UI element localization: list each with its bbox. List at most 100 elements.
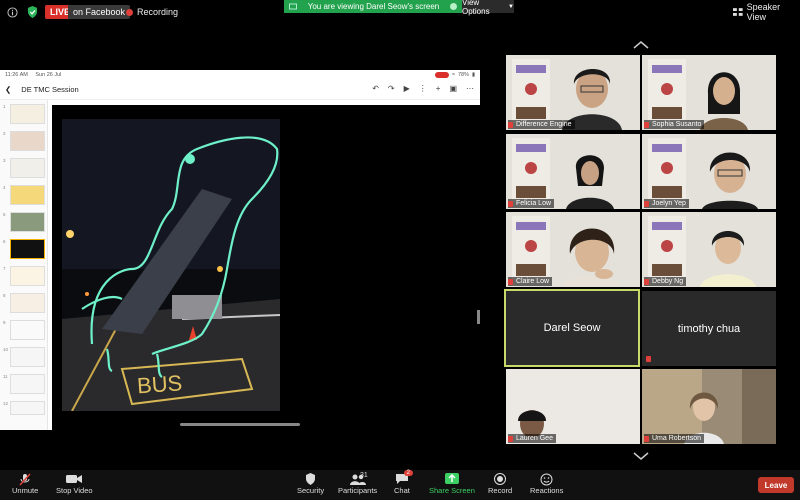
video-tile-active-speaker[interactable]: Darel Seow: [504, 289, 640, 367]
mic-muted-icon: [644, 201, 649, 207]
video-tile[interactable]: timothy chua: [642, 291, 776, 366]
chat-badge: 2: [403, 470, 413, 476]
mic-muted-icon: [644, 436, 649, 442]
slide-number: 11: [3, 374, 8, 379]
slide-thumbnail[interactable]: [10, 131, 45, 151]
microphone-muted-icon: [19, 472, 31, 486]
play-icon[interactable]: ▶: [404, 84, 410, 93]
mic-muted-icon: [508, 122, 513, 128]
slide-thumbnail[interactable]: [10, 185, 45, 205]
stop-video-label: Stop Video: [56, 486, 93, 495]
slide-number: 6: [3, 239, 6, 244]
slide-thumbnail-active[interactable]: [10, 239, 45, 259]
reactions-button[interactable]: Reactions: [530, 472, 563, 495]
video-tile[interactable]: Lauren Gee: [506, 369, 640, 444]
event-poster: [512, 216, 550, 280]
mic-muted-icon: [508, 279, 513, 285]
chat-bubble-icon: 2: [395, 470, 413, 486]
shared-screen[interactable]: 11:26 AM Sun 26 Jul ≈ 78% ▮ ❮ DE TMC Ses…: [0, 70, 480, 430]
wifi-icon: ≈: [451, 72, 455, 78]
view-options-button[interactable]: View Options ▼: [462, 0, 514, 16]
info-icon[interactable]: [6, 6, 18, 18]
slide-thumbnail[interactable]: [10, 104, 45, 124]
viewing-banner: You are viewing Darel Seow's screen: [284, 0, 462, 13]
shield-icon: [305, 472, 316, 486]
horizontal-scroll-handle[interactable]: [180, 423, 300, 426]
viewing-banner-text: You are viewing Darel Seow's screen: [307, 2, 440, 11]
slide-thumbnail[interactable]: [10, 212, 45, 232]
slide-thumbnail[interactable]: [10, 401, 45, 415]
event-poster: [648, 216, 686, 280]
video-camera-icon: [66, 472, 83, 486]
event-poster: [512, 138, 550, 202]
meeting-controls-bar: Unmute Stop Video Security 31 Participan…: [0, 470, 800, 500]
video-tile[interactable]: Uma Robertson: [642, 369, 776, 444]
chevron-down-icon: ▼: [508, 3, 514, 10]
zoom-meeting-window: LIVE on Facebook Recording You are viewi…: [0, 0, 800, 500]
video-tile[interactable]: Sophia Susanto: [642, 55, 776, 130]
grid-view-icon: [733, 8, 743, 16]
mic-muted-icon: [644, 279, 649, 285]
shield-icon[interactable]: [26, 5, 38, 18]
participant-video: [642, 369, 776, 444]
scroll-down-icon[interactable]: [630, 449, 652, 463]
chat-label: Chat: [394, 486, 410, 495]
undo-icon[interactable]: ↶: [372, 84, 379, 93]
stop-video-button[interactable]: Stop Video: [56, 472, 93, 495]
participant-video: [700, 231, 756, 287]
video-tile[interactable]: Joelyn Yep: [642, 134, 776, 209]
video-tile[interactable]: Difference Engine: [506, 55, 640, 130]
participant-name: Debby Ng: [644, 277, 687, 286]
slide-photo: BUS: [62, 119, 280, 411]
slide-number: 4: [3, 185, 6, 190]
slide-canvas[interactable]: BUS: [52, 105, 480, 430]
scroll-up-icon[interactable]: [630, 38, 652, 52]
mic-muted-icon: [646, 356, 651, 362]
live-target-label[interactable]: on Facebook: [68, 5, 131, 19]
record-button[interactable]: Record: [488, 472, 512, 495]
speaker-view-label: Speaker View: [746, 2, 781, 22]
slides-app-toolbar: ❮ DE TMC Session ↶ ↷ ▶ ⋮ + ▣ ⋯: [0, 80, 480, 100]
status-date: Sun 26 Jul: [35, 72, 62, 78]
battery-level: 78%: [457, 72, 469, 78]
slide-thumbnail[interactable]: [10, 158, 45, 178]
leave-button[interactable]: Leave: [758, 477, 794, 493]
slide-thumbnail[interactable]: [10, 374, 45, 394]
video-tile[interactable]: Felicia Low: [506, 134, 640, 209]
slide-number: 9: [3, 320, 6, 325]
recording-indicator[interactable]: Recording: [126, 5, 178, 19]
back-arrow-icon[interactable]: ❮: [5, 85, 11, 94]
slide-thumbnails: 1 2 3 4 5 6 7 8 9 10 11 12: [0, 100, 48, 430]
participants-count: 31: [360, 472, 368, 479]
chat-button[interactable]: 2 Chat: [394, 470, 413, 495]
participant-name-large: Darel Seow: [543, 322, 601, 334]
participant-name: Difference Engine: [508, 120, 575, 129]
slide-thumbnail[interactable]: [10, 266, 45, 286]
slide-number: 2: [3, 131, 6, 136]
vertical-scroll-handle[interactable]: [477, 310, 480, 324]
more-options-icon[interactable]: ⋮: [419, 84, 427, 93]
overflow-menu-icon[interactable]: ⋯: [466, 84, 474, 93]
video-tile[interactable]: Debby Ng: [642, 212, 776, 287]
add-icon[interactable]: +: [436, 84, 441, 93]
view-options-label: View Options: [462, 0, 490, 16]
participants-button[interactable]: 31 Participants: [338, 472, 377, 495]
slide-thumbnail[interactable]: [10, 320, 45, 340]
mic-muted-icon: [644, 122, 649, 128]
video-tile[interactable]: Claire Low: [506, 212, 640, 287]
slide-number: 10: [3, 347, 9, 352]
speaker-view-button[interactable]: Speaker View: [733, 2, 800, 22]
slide-thumbnail[interactable]: [10, 347, 45, 367]
redo-icon[interactable]: ↷: [388, 84, 395, 93]
comment-icon[interactable]: ▣: [449, 84, 457, 93]
slide-thumbnail[interactable]: [10, 293, 45, 313]
participant-name: Lauren Gee: [508, 434, 556, 443]
participant-name: Sophia Susanto: [644, 120, 705, 129]
participant-video: [566, 155, 614, 209]
participant-name-large: timothy chua: [677, 322, 741, 335]
security-button[interactable]: Security: [297, 472, 324, 495]
slide-number: 12: [3, 401, 9, 406]
unmute-button[interactable]: Unmute: [12, 472, 38, 495]
share-screen-button[interactable]: Share Screen: [429, 472, 475, 495]
document-title[interactable]: DE TMC Session: [21, 85, 78, 94]
